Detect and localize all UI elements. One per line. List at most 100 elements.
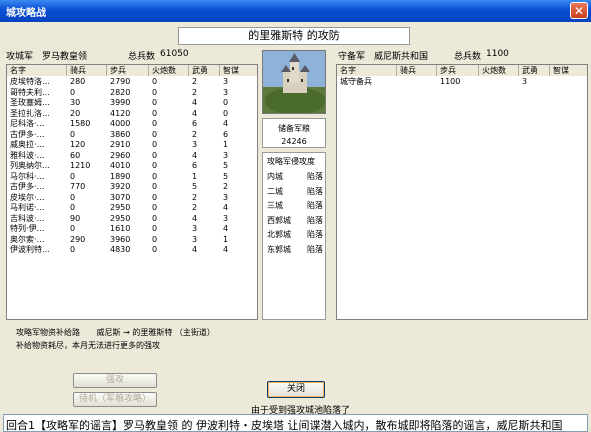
- cell-cannons: 0: [152, 119, 158, 128]
- grain-value: 24246: [281, 137, 307, 146]
- city-status: 陷落: [307, 244, 323, 254]
- column-header-valor[interactable]: 武勇: [519, 65, 550, 76]
- table-row[interactable]: 尼科洛·… 1580 4000 0 6 4: [7, 119, 257, 130]
- cell-valor: 2: [192, 77, 198, 86]
- supply-label: 攻略军物资补给路: [16, 328, 80, 337]
- cell-infantry: 3990: [110, 98, 131, 107]
- column-header-wisdom[interactable]: 智谋: [550, 65, 587, 76]
- cell-name: 城守备兵: [340, 77, 372, 86]
- cell-cavalry: 770: [70, 182, 86, 191]
- cell-valor: 4: [192, 98, 198, 107]
- cell-cannons: 0: [152, 245, 158, 254]
- city-status: 陷落: [307, 230, 323, 239]
- column-header-wisdom[interactable]: 智谋: [220, 65, 257, 76]
- cell-valor: 3: [522, 77, 528, 86]
- column-header-valor[interactable]: 武勇: [189, 65, 220, 76]
- cell-infantry: 2790: [110, 77, 131, 86]
- table-row[interactable]: 哥特夫利… 0 2820 0 2 3: [7, 88, 257, 99]
- cell-cavalry: 0: [70, 171, 76, 181]
- cell-name: 古伊多·…: [10, 182, 45, 191]
- table-row[interactable]: 圣拉扎洛… 20 4120 0 4 0: [7, 109, 257, 120]
- column-header-cannons[interactable]: 火炮数: [479, 65, 519, 76]
- table-row[interactable]: 特列·伊… 0 1610 0 3 4: [7, 224, 257, 235]
- city-name: 内城: [267, 172, 283, 181]
- assault-button[interactable]: 强攻: [73, 373, 157, 388]
- table-row[interactable]: 圣玫塞姆… 30 3990 0 4 0: [7, 98, 257, 109]
- table-row[interactable]: 伊波利特… 0 4830 0 4 4: [7, 245, 257, 256]
- cell-cavalry: 120: [70, 140, 86, 149]
- cell-name: 古伊多·…: [10, 129, 45, 139]
- cell-valor: 4: [192, 150, 198, 160]
- cell-cavalry: 20: [70, 108, 81, 118]
- cell-cavalry: 0: [70, 245, 76, 254]
- grain-box: 储备军粮 24246: [262, 118, 326, 148]
- cell-cavalry: 60: [70, 150, 81, 160]
- column-header-cavalry[interactable]: 骑兵: [397, 65, 437, 76]
- wait-button[interactable]: 待机（军粮攻略）: [73, 392, 157, 407]
- city-status: 陷落: [307, 172, 323, 181]
- window-title: 城攻略战: [6, 8, 46, 19]
- cell-infantry: 4000: [110, 119, 131, 128]
- cell-wisdom: 4: [223, 224, 229, 233]
- table-row[interactable]: 城守备兵 1100 3: [337, 77, 587, 88]
- cell-wisdom: 0: [223, 108, 229, 118]
- attacker-table[interactable]: 名字 骑兵 步兵 火炮数 武勇 智谋 皮埃特洛… 280 2790 0 2 3 哥特夫利… 0 2820 0…: [6, 64, 258, 320]
- table-row[interactable]: 奥尔索·… 290 3960 0 3 1: [7, 235, 257, 246]
- battle-log-text: 回合1【攻略军的谣言】罗马教皇领 的 伊波利特・皮埃塔 让间谍潜入城内，散布城即…: [6, 419, 563, 432]
- table-row[interactable]: 皮埃特洛… 280 2790 0 2 3: [7, 77, 257, 88]
- cell-infantry: 3860: [110, 129, 131, 139]
- table-row[interactable]: 威奥拉·… 120 2910 0 3 1: [7, 140, 257, 151]
- cell-wisdom: 4: [223, 119, 229, 128]
- table-row[interactable]: 古伊多·… 770 3920 0 5 2: [7, 182, 257, 193]
- column-header-infantry[interactable]: 步兵: [107, 65, 149, 76]
- cell-infantry: 3070: [110, 192, 131, 202]
- table-row[interactable]: 马利诺·… 0 2950 0 2 4: [7, 203, 257, 214]
- cell-valor: 2: [192, 192, 198, 202]
- cell-cannons: 0: [152, 182, 158, 191]
- cell-cannons: 0: [152, 98, 158, 107]
- cell-name: 吉科波·…: [10, 213, 45, 223]
- defender-commander: 威尼斯共和国: [374, 52, 429, 62]
- cell-infantry: 1890: [110, 171, 131, 181]
- defender-total-label: 总兵数: [454, 52, 482, 62]
- column-header-name[interactable]: 名字: [7, 65, 67, 76]
- defender-table[interactable]: 名字 骑兵 步兵 火炮数 武勇 智谋 城守备兵 1100 3: [336, 64, 588, 320]
- close-button[interactable]: 关闭: [267, 381, 325, 398]
- cell-infantry: 1100: [440, 77, 461, 86]
- cell-name: 奥尔索·…: [10, 234, 45, 244]
- cell-wisdom: 5: [223, 161, 229, 170]
- cell-cannons: 0: [152, 213, 158, 223]
- cell-infantry: 3960: [110, 234, 131, 244]
- cell-infantry: 4010: [110, 161, 131, 170]
- table-row[interactable]: 吉科波·… 90 2950 0 4 3: [7, 214, 257, 225]
- table-row[interactable]: 皮埃尔·… 0 3070 0 2 3: [7, 193, 257, 204]
- defender-table-header: 名字 骑兵 步兵 火炮数 武勇 智谋: [337, 65, 587, 76]
- column-header-infantry[interactable]: 步兵: [437, 65, 479, 76]
- table-row[interactable]: 雅科波·… 60 2960 0 4 3: [7, 151, 257, 162]
- city-name: 西郭城: [267, 215, 291, 225]
- cell-wisdom: 1: [223, 234, 229, 244]
- city-name: 北郭城: [267, 230, 291, 239]
- cell-wisdom: 3: [223, 213, 229, 223]
- cell-valor: 4: [192, 213, 198, 223]
- table-row[interactable]: 列奥纳尔… 1210 4010 0 6 5: [7, 161, 257, 172]
- attacker-label: 攻城军: [6, 52, 34, 62]
- column-header-name[interactable]: 名字: [337, 65, 397, 76]
- cell-name: 雅科波·…: [10, 150, 45, 160]
- cell-name: 圣拉扎洛…: [10, 108, 50, 118]
- cell-wisdom: 3: [223, 192, 229, 202]
- table-row[interactable]: 古伊多·… 0 3860 0 2 6: [7, 130, 257, 141]
- cell-cavalry: 280: [70, 77, 86, 86]
- column-header-cavalry[interactable]: 骑兵: [67, 65, 107, 76]
- cell-wisdom: 4: [223, 245, 229, 254]
- cell-wisdom: 2: [223, 182, 229, 191]
- battle-title: 的里雅斯特 的攻防: [178, 27, 410, 45]
- close-icon[interactable]: ✕: [570, 2, 588, 19]
- cell-cavalry: 0: [70, 203, 76, 212]
- cell-valor: 5: [192, 182, 198, 191]
- cell-name: 威奥拉·…: [10, 140, 45, 149]
- table-row[interactable]: 马尔科·… 0 1890 0 1 5: [7, 172, 257, 183]
- cell-cannons: 0: [152, 224, 158, 233]
- column-header-cannons[interactable]: 火炮数: [149, 65, 189, 76]
- defender-label: 守备军: [338, 52, 366, 62]
